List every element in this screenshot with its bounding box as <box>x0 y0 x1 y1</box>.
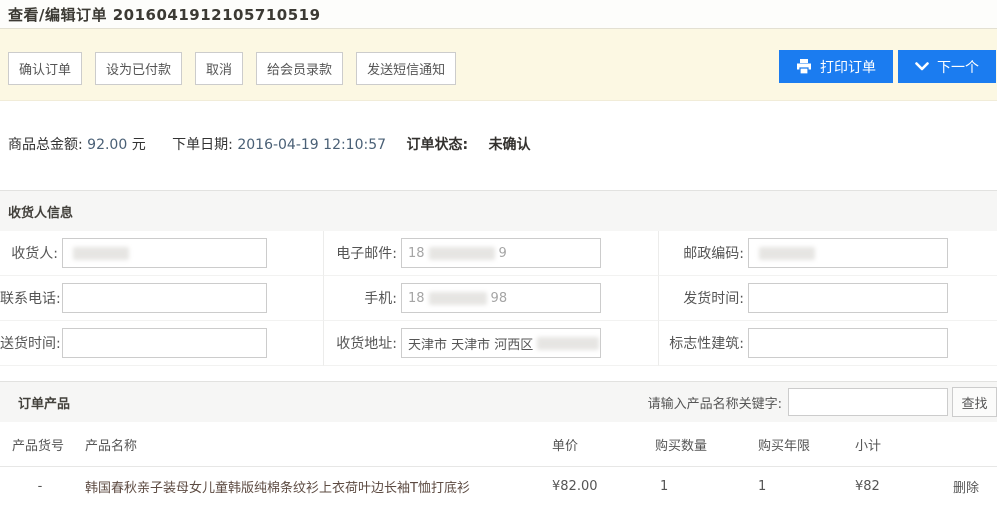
address-value-prefix: 天津市 天津市 河西区 <box>408 334 533 353</box>
spacer <box>0 366 997 381</box>
recipient-name-input[interactable] <box>62 238 267 268</box>
email-value-suffix: 9 <box>499 246 507 261</box>
mobile-value-suffix: 98 <box>491 291 508 306</box>
total-amount-label: 商品总金额: <box>8 137 83 153</box>
product-sku: - <box>0 467 80 505</box>
product-row: - 韩国春秋亲子装母女儿童韩版纯棉条纹衫上衣荷叶边长袖T恤打底衫 ¥82.00 … <box>0 466 997 505</box>
next-order-button[interactable]: 下一个 <box>898 50 996 83</box>
products-section-title: 订单产品 <box>0 393 70 412</box>
product-name: 韩国春秋亲子装母女儿童韩版纯棉条纹衫上衣荷叶边长袖T恤打底衫 <box>80 467 540 505</box>
page-title: 查看/编辑订单 2016041912105710519 <box>8 4 321 25</box>
column-header-qty: 购买数量 <box>645 422 748 466</box>
zipcode-label: 邮政编码: <box>659 243 744 263</box>
total-amount-value: 92.00 <box>87 137 127 153</box>
ship-time-input[interactable] <box>748 283 948 313</box>
landmark-input[interactable] <box>748 328 948 358</box>
column-header-price: 单价 <box>540 422 645 466</box>
confirm-order-button[interactable]: 确认订单 <box>8 52 82 85</box>
mobile-value-prefix: 18 <box>408 291 425 306</box>
landmark-field: 标志性建筑: <box>658 321 997 366</box>
zipcode-input[interactable] <box>748 238 948 268</box>
recipient-name-label: 收货人: <box>0 243 58 263</box>
ship-time-field: 发货时间: <box>658 276 997 321</box>
product-search-button[interactable]: 查找 <box>952 387 997 417</box>
column-header-subtotal: 小计 <box>850 422 940 466</box>
zipcode-field: 邮政编码: <box>658 231 997 276</box>
order-status-label: 订单状态: <box>407 137 469 153</box>
phone-label: 联系电话: <box>0 288 58 308</box>
send-sms-button[interactable]: 发送短信通知 <box>356 52 456 85</box>
recipient-form: 收货人: 电子邮件: 18 9 邮政编码: 联系电话: 手机: 18 98 发货… <box>0 231 997 366</box>
column-header-sku: 产品货号 <box>0 422 80 466</box>
email-value-prefix: 18 <box>408 246 425 261</box>
address-label: 收货地址: <box>324 333 397 353</box>
column-header-years: 购买年限 <box>748 422 850 466</box>
order-action-buttons: 确认订单 设为已付款 取消 给会员录款 发送短信通知 <box>8 52 456 85</box>
column-header-actions <box>940 422 997 466</box>
address-input[interactable]: 天津市 天津市 河西区 现 <box>401 328 601 358</box>
products-table-header: 产品货号 产品名称 单价 购买数量 购买年限 小计 <box>0 422 997 466</box>
order-date-label: 下单日期: <box>172 137 233 153</box>
delivery-time-field: 送货时间: <box>0 321 323 366</box>
redacted-blur <box>537 337 599 350</box>
total-amount-unit: 元 <box>132 137 146 153</box>
product-price: ¥82.00 <box>540 467 645 505</box>
product-years: 1 <box>748 467 850 505</box>
address-field: 收货地址: 天津市 天津市 河西区 现 <box>323 321 658 366</box>
printer-icon <box>796 59 812 74</box>
phone-field: 联系电话: <box>0 276 323 321</box>
landmark-label: 标志性建筑: <box>659 333 744 353</box>
email-label: 电子邮件: <box>324 243 397 263</box>
phone-input[interactable] <box>62 283 267 313</box>
product-search-input[interactable] <box>788 388 948 416</box>
order-summary: 商品总金额: 92.00 元 下单日期: 2016-04-19 12:10:57… <box>0 101 997 190</box>
primary-action-buttons: 打印订单 下一个 <box>779 50 996 83</box>
toolbar: 确认订单 设为已付款 取消 给会员录款 发送短信通知 打印订单 下一个 <box>0 29 997 101</box>
delete-product-link[interactable]: 删除 <box>953 477 979 496</box>
mobile-input[interactable]: 18 98 <box>401 283 601 313</box>
order-date-value: 2016-04-19 12:10:57 <box>237 137 386 153</box>
set-paid-button[interactable]: 设为已付款 <box>95 52 182 85</box>
email-field: 电子邮件: 18 9 <box>323 231 658 276</box>
delivery-time-input[interactable] <box>62 328 267 358</box>
print-order-button[interactable]: 打印订单 <box>779 50 893 83</box>
redacted-blur <box>429 292 487 305</box>
column-header-name: 产品名称 <box>80 422 540 466</box>
cancel-button[interactable]: 取消 <box>195 52 243 85</box>
delivery-time-label: 送货时间: <box>0 333 58 353</box>
record-member-payment-button[interactable]: 给会员录款 <box>256 52 343 85</box>
recipient-section-title: 收货人信息 <box>0 202 73 221</box>
products-section-header: 订单产品 请输入产品名称关键字: 查找 <box>0 381 997 422</box>
redacted-blur <box>429 247 495 260</box>
product-qty: 1 <box>645 467 748 505</box>
product-search: 请输入产品名称关键字: 查找 <box>648 387 997 417</box>
next-order-label: 下一个 <box>937 57 979 77</box>
mobile-field: 手机: 18 98 <box>323 276 658 321</box>
mobile-label: 手机: <box>324 288 397 308</box>
recipient-name-field: 收货人: <box>0 231 323 276</box>
redacted-blur <box>73 247 129 260</box>
product-search-label: 请输入产品名称关键字: <box>648 393 782 412</box>
chevron-down-icon <box>915 62 929 71</box>
product-subtotal: ¥82 <box>850 467 940 505</box>
ship-time-label: 发货时间: <box>659 288 744 308</box>
email-input[interactable]: 18 9 <box>401 238 601 268</box>
order-status-value: 未确认 <box>489 137 531 153</box>
print-order-label: 打印订单 <box>820 57 876 77</box>
redacted-blur <box>759 247 815 260</box>
recipient-section-header: 收货人信息 <box>0 190 997 231</box>
page-header: 查看/编辑订单 2016041912105710519 <box>0 0 997 29</box>
